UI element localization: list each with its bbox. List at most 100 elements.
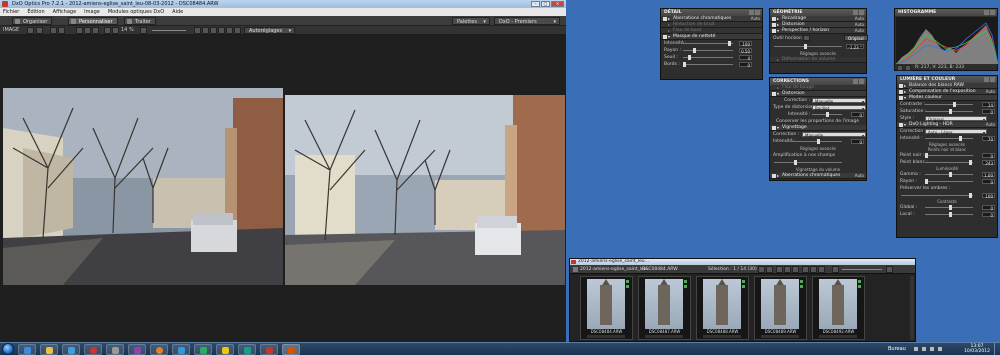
- slider-knob[interactable]: [728, 41, 731, 46]
- folder-icon[interactable]: [573, 267, 578, 272]
- radius-slider[interactable]: [683, 48, 733, 53]
- distortion-intensity-slider[interactable]: [812, 112, 842, 117]
- preset-dropdown[interactable]: DxO - Premiers pas: [494, 17, 560, 33]
- slider-knob[interactable]: [826, 112, 829, 117]
- thumbnail-item[interactable]: DSC08492.ARW: [812, 276, 865, 340]
- close-icon[interactable]: [990, 10, 995, 15]
- slider-knob[interactable]: [683, 62, 686, 67]
- white-point-value[interactable]: 243: [982, 160, 995, 166]
- global-slider[interactable]: [925, 205, 973, 210]
- checkbox[interactable]: [772, 17, 776, 21]
- saturation-value[interactable]: 0: [982, 109, 995, 115]
- browser-scrollbar[interactable]: [910, 276, 914, 340]
- checkbox[interactable]: [899, 96, 903, 100]
- original-button[interactable]: Original: [844, 35, 868, 41]
- fit-icon[interactable]: [104, 27, 111, 34]
- thumbnail-item[interactable]: DSC08489.ARW: [754, 276, 807, 340]
- horizon-slider[interactable]: [774, 44, 842, 49]
- slider-knob[interactable]: [693, 48, 696, 53]
- slider-knob[interactable]: [794, 160, 797, 165]
- slider-knob[interactable]: [949, 109, 952, 114]
- contrast-value[interactable]: 14: [982, 102, 995, 108]
- close-icon[interactable]: [859, 10, 864, 15]
- slider-knob[interactable]: [925, 153, 928, 158]
- rating-icon[interactable]: [792, 266, 799, 273]
- vig-intensity-slider[interactable]: [792, 139, 842, 144]
- desktop-toolbar-label[interactable]: Bureau: [888, 346, 906, 352]
- zoom-in-icon[interactable]: [140, 27, 147, 34]
- black-point-slider[interactable]: [925, 153, 973, 158]
- thumbnail-size-slider[interactable]: [842, 269, 882, 270]
- vig-correction-dropdown[interactable]: Manuelle: [802, 132, 866, 138]
- menu-modules[interactable]: Modules optiques DxO: [108, 9, 164, 15]
- gamma-value[interactable]: 1.00: [982, 172, 995, 178]
- image-viewer[interactable]: [0, 35, 566, 342]
- checkbox[interactable]: [663, 35, 667, 39]
- keep-proportions-checkbox[interactable]: Conserver les proportions de l'image: [770, 118, 866, 125]
- breadcrumb-file[interactable]: DSC08484.ARW: [642, 265, 678, 274]
- correction-dropdown[interactable]: Manuelle: [812, 98, 866, 104]
- slider-knob[interactable]: [817, 139, 820, 144]
- palette-geometrie-header[interactable]: GÉOMÉTRIE: [770, 9, 866, 16]
- taskbar-dxo-icon[interactable]: [282, 344, 300, 355]
- checkbox[interactable]: [899, 90, 903, 94]
- rayon-slider[interactable]: [925, 179, 973, 184]
- taskbar-app-icon[interactable]: [106, 344, 124, 355]
- checkbox[interactable]: [772, 23, 776, 27]
- vig-volume-link[interactable]: Vignettage du volume: [770, 166, 866, 173]
- rating-stars[interactable]: [587, 335, 625, 338]
- thumbnail-item[interactable]: DSC08488.ARW: [696, 276, 749, 340]
- taskbar-app-icon[interactable]: [238, 344, 256, 355]
- horizon-tool-icon[interactable]: [803, 35, 810, 41]
- taskbar-firefox-icon[interactable]: [150, 344, 168, 355]
- checkbox[interactable]: [899, 123, 903, 127]
- rating-stars[interactable]: [703, 335, 741, 338]
- taskbar-opera-icon[interactable]: [84, 344, 102, 355]
- distortion-type-dropdown[interactable]: Barillet: [812, 105, 866, 111]
- menu-edition[interactable]: Édition: [27, 9, 44, 15]
- dust-icon[interactable]: [234, 27, 241, 34]
- crop-tool-icon[interactable]: [84, 27, 91, 34]
- list-icon[interactable]: [784, 266, 791, 273]
- section-volume[interactable]: ▸ Déformation de volume: [770, 57, 866, 63]
- slider-knob[interactable]: [959, 136, 962, 141]
- palette-detail-header[interactable]: DÉTAIL: [661, 9, 762, 16]
- start-button[interactable]: [2, 343, 14, 355]
- checkbox[interactable]: [772, 92, 776, 96]
- vig-advanced-link[interactable]: Réglages avancés: [770, 145, 866, 152]
- close-icon[interactable]: [990, 77, 995, 82]
- grid-icon[interactable]: [27, 27, 34, 34]
- slider-knob[interactable]: [949, 212, 952, 217]
- taskbar-explorer-icon[interactable]: [40, 344, 58, 355]
- preserve-shadows-slider[interactable]: [901, 193, 973, 198]
- intensity-value[interactable]: 100: [739, 41, 752, 47]
- show-desktop-button[interactable]: [994, 343, 1000, 355]
- preserve-shadows-value[interactable]: 100: [982, 193, 995, 199]
- lighting-intensity-value[interactable]: 70: [982, 136, 995, 142]
- style-dropdown[interactable]: Original: [925, 116, 987, 122]
- radius-value[interactable]: 0.50: [739, 48, 752, 54]
- breadcrumb-folder[interactable]: 2012-amiens-eglise_saint_leu...: [580, 265, 651, 274]
- pin-icon[interactable]: [853, 79, 858, 84]
- threshold-slider[interactable]: [683, 55, 733, 60]
- slider-knob[interactable]: [953, 102, 956, 107]
- histogram-toggle-icon[interactable]: [194, 27, 201, 34]
- pin-icon[interactable]: [984, 77, 989, 82]
- taskbar-ie-icon[interactable]: [18, 344, 36, 355]
- slider-knob[interactable]: [804, 44, 807, 49]
- black-point-value[interactable]: 0: [982, 153, 995, 159]
- taskbar-app-icon[interactable]: [260, 344, 278, 355]
- network-icon[interactable]: [922, 347, 926, 351]
- intensity-slider[interactable]: [683, 41, 733, 46]
- checkbox[interactable]: [772, 126, 776, 130]
- rating-stars[interactable]: [645, 335, 683, 338]
- autoreglages-button[interactable]: Autoréglages: [244, 27, 296, 35]
- checkbox[interactable]: [663, 17, 667, 21]
- tab-traiter[interactable]: Traiter: [124, 17, 156, 25]
- picker-icon[interactable]: [905, 65, 911, 71]
- maximize-button[interactable]: □: [541, 1, 550, 7]
- taskbar-app-icon[interactable]: [172, 344, 190, 355]
- global-value[interactable]: 0: [982, 205, 995, 211]
- taskbar-app-icon[interactable]: [194, 344, 212, 355]
- close-icon[interactable]: [859, 79, 864, 84]
